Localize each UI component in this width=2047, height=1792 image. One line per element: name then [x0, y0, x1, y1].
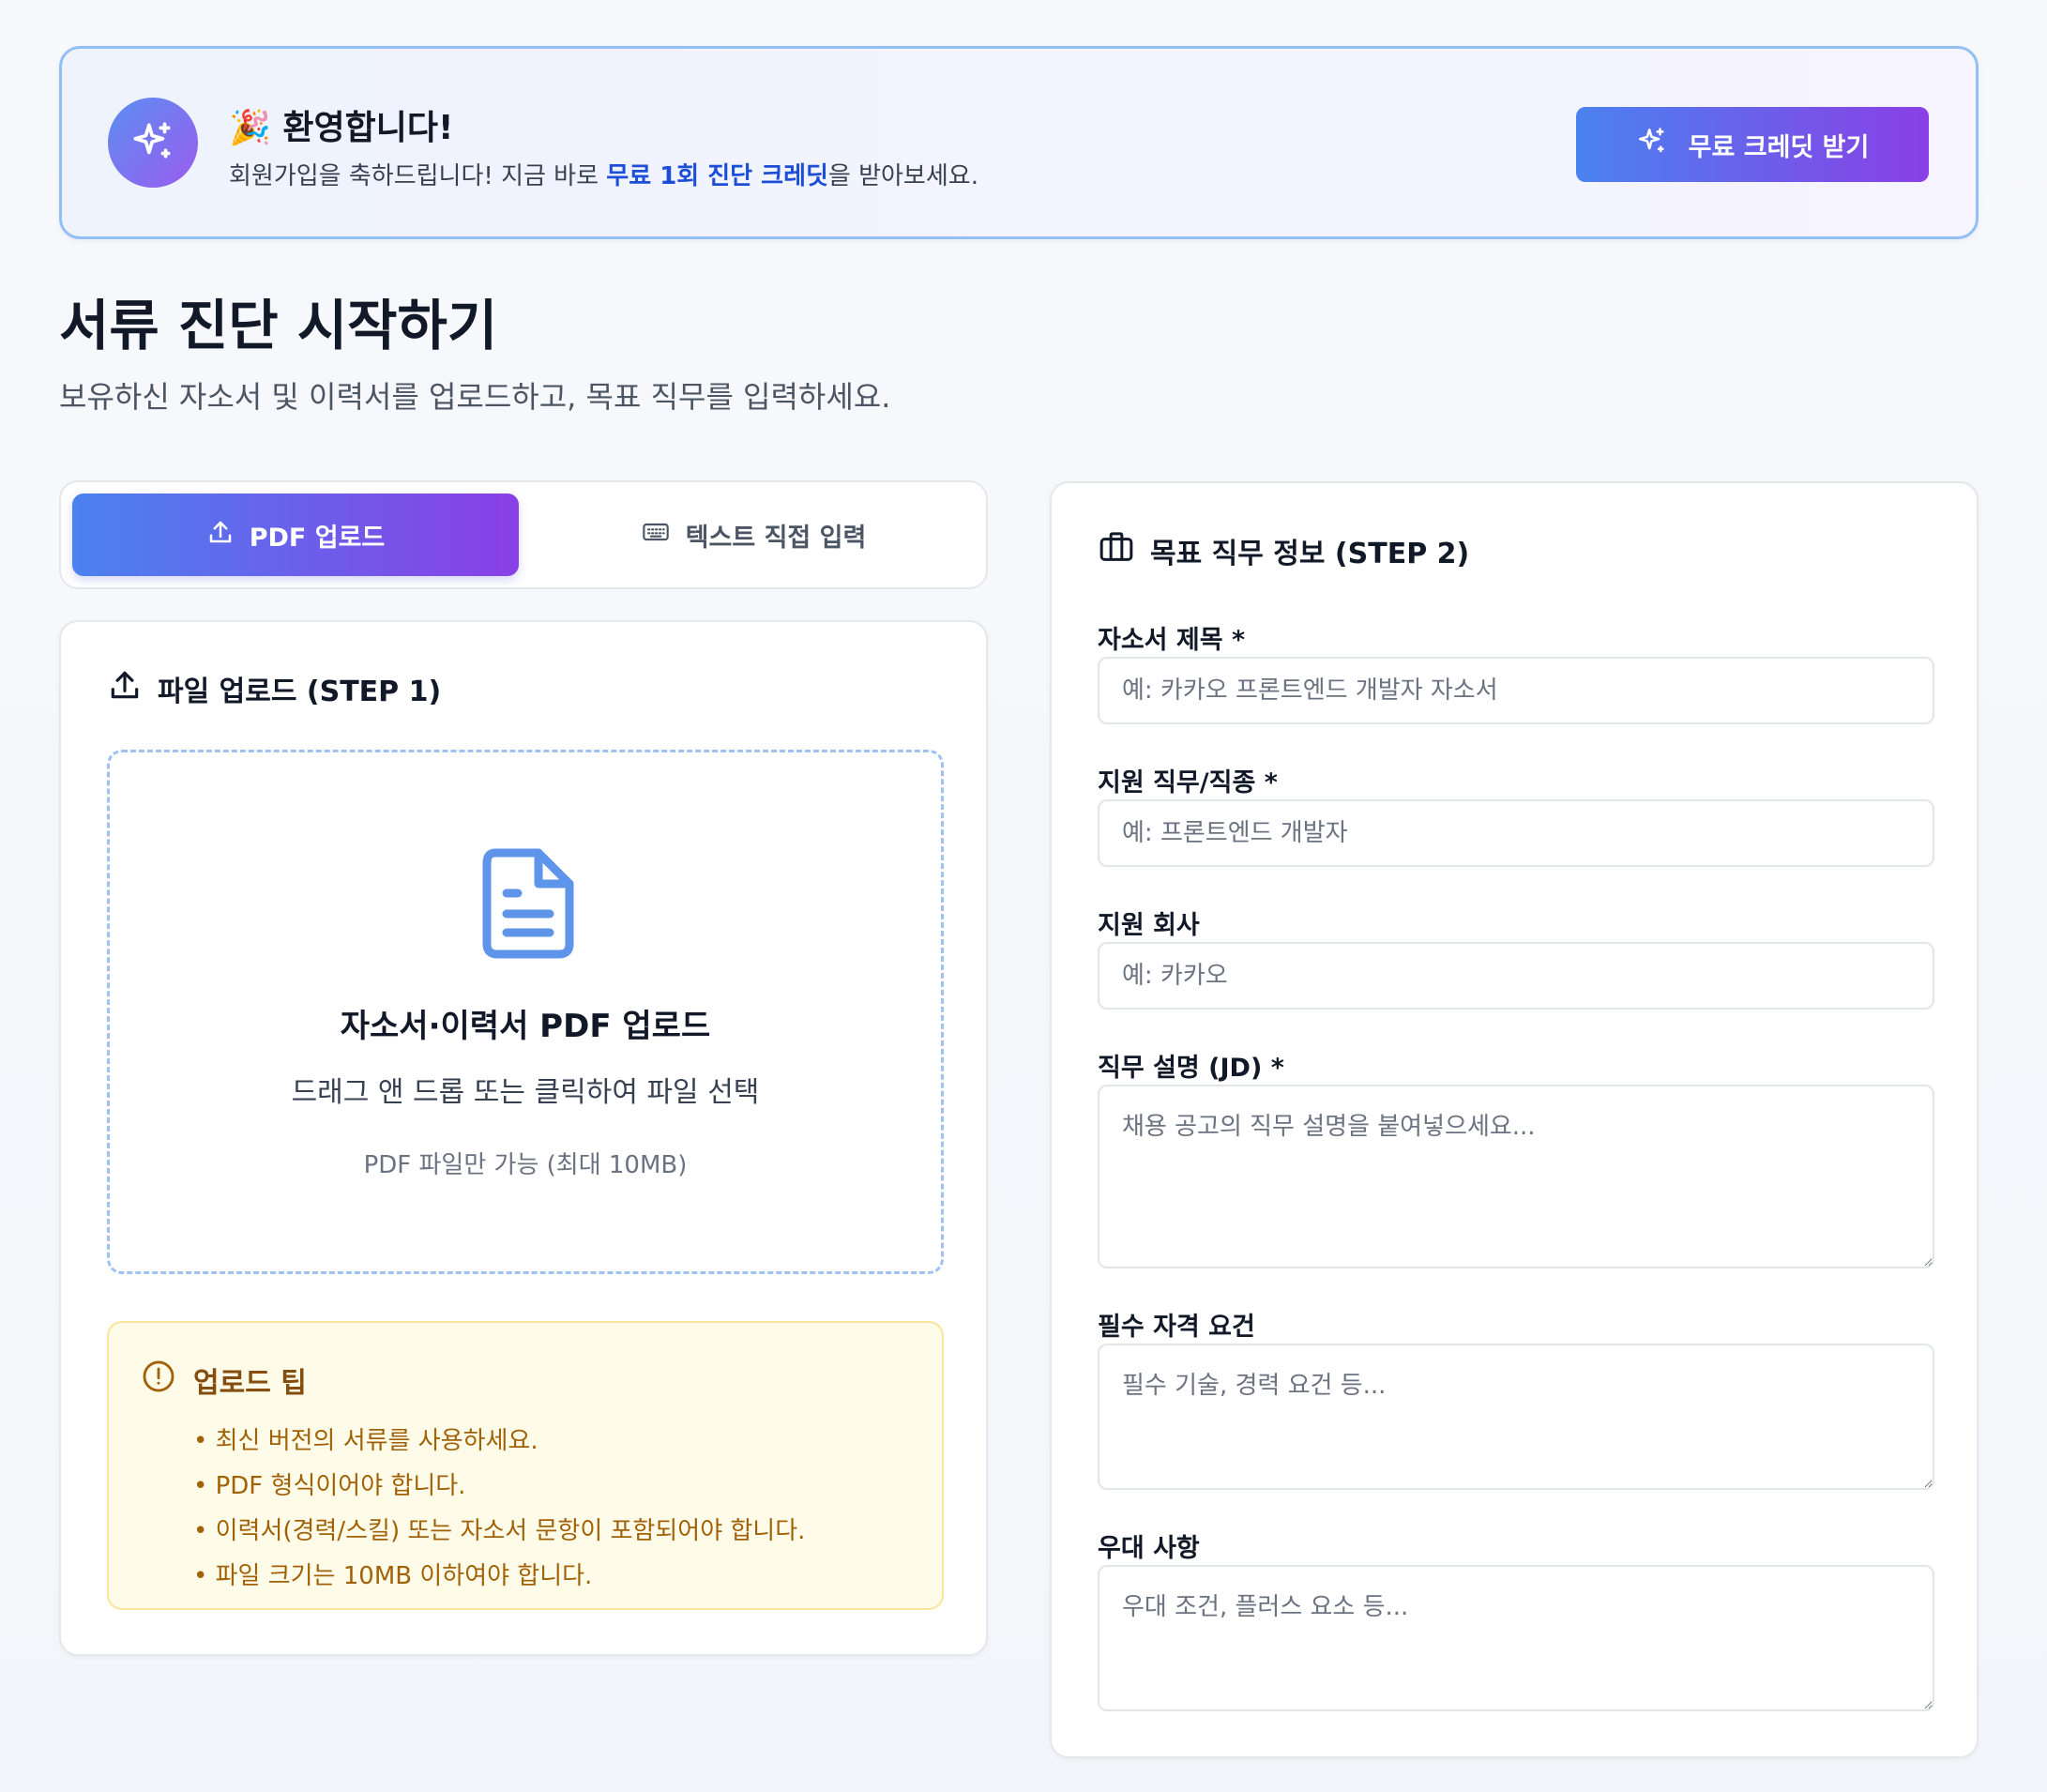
dropzone-title: 자소서·이력서 PDF 업로드 [340, 1008, 711, 1045]
upload-heading: 파일 업로드 (STEP 1) [107, 667, 441, 710]
upload-card: 파일 업로드 (STEP 1) 자소서·이력서 PDF 업로드 드래그 앤 드롭… [59, 620, 988, 1656]
get-free-credit-button[interactable]: 무료 크레딧 받기 [1576, 107, 1929, 182]
title-label: 자소서 제목 * [1098, 626, 1246, 655]
dropzone-instruction: 드래그 앤 드롭 또는 클릭하여 파일 선택 [291, 1076, 760, 1109]
role-label: 지원 직무/직종 * [1098, 768, 1278, 797]
sparkles-icon [108, 98, 198, 188]
upload-tips-list: 최신 버전의 서류를 사용하세요. PDF 형식이어야 합니다. 이력서(경력/… [193, 1419, 806, 1599]
credit-highlight: 무료 1회 진단 크레딧 [606, 162, 828, 190]
jd-label: 직무 설명 (JD) * [1098, 1054, 1284, 1083]
alert-circle-icon [141, 1359, 176, 1402]
welcome-banner: 🎉 환영합니다! 회원가입을 축하드립니다! 지금 바로 무료 1회 진단 크레… [59, 46, 1979, 239]
job-info-heading: 목표 직무 정보 (STEP 2) [1098, 528, 1469, 573]
banner-description: 회원가입을 축하드립니다! 지금 바로 무료 1회 진단 크레딧을 받아보세요. [229, 162, 978, 190]
upload-icon [107, 667, 143, 710]
tab-pdf-upload[interactable]: PDF 업로드 [72, 494, 519, 576]
file-text-icon [482, 848, 574, 963]
company-input[interactable] [1098, 942, 1934, 1010]
list-item: 파일 크기는 10MB 이하여야 합니다. [193, 1554, 805, 1599]
input-mode-tabs: PDF 업로드 텍스트 직접 입력 [59, 480, 988, 589]
upload-tips-heading: 업로드 팁 [141, 1359, 307, 1402]
banner-title: 🎉 환영합니다! [229, 109, 454, 147]
party-popper-icon: 🎉 [229, 109, 271, 147]
tab-text-input[interactable]: 텍스트 직접 입력 [530, 494, 977, 576]
page-title: 서류 진단 시작하기 [59, 294, 498, 357]
page-subtitle: 보유하신 자소서 및 이력서를 업로드하고, 목표 직무를 입력하세요. [59, 379, 891, 415]
list-item: 이력서(경력/스킬) 또는 자소서 문항이 포함되어야 합니다. [193, 1509, 806, 1554]
title-input[interactable] [1098, 657, 1934, 724]
requirements-label: 필수 자격 요건 [1098, 1313, 1255, 1342]
jd-textarea[interactable] [1098, 1085, 1934, 1268]
pdf-dropzone[interactable]: 자소서·이력서 PDF 업로드 드래그 앤 드롭 또는 클릭하여 파일 선택 P… [107, 750, 944, 1274]
preferred-label: 우대 사항 [1098, 1534, 1200, 1563]
dropzone-file-limit: PDF 파일만 가능 (최대 10MB) [363, 1151, 688, 1179]
keyboard-icon [641, 517, 671, 554]
sparkles-icon [1636, 126, 1668, 164]
company-label: 지원 회사 [1098, 911, 1200, 940]
requirements-textarea[interactable] [1098, 1344, 1934, 1490]
list-item: PDF 형식이어야 합니다. [193, 1464, 805, 1509]
preferred-textarea[interactable] [1098, 1565, 1934, 1711]
upload-icon [206, 518, 235, 553]
briefcase-icon [1098, 528, 1135, 573]
job-info-card: 목표 직무 정보 (STEP 2) 자소서 제목 * 지원 직무/직종 * 지원… [1050, 481, 1979, 1758]
list-item: 최신 버전의 서류를 사용하세요. [193, 1419, 805, 1464]
upload-tips: 업로드 팁 최신 버전의 서류를 사용하세요. PDF 형식이어야 합니다. 이… [107, 1321, 944, 1610]
role-input[interactable] [1098, 799, 1934, 867]
